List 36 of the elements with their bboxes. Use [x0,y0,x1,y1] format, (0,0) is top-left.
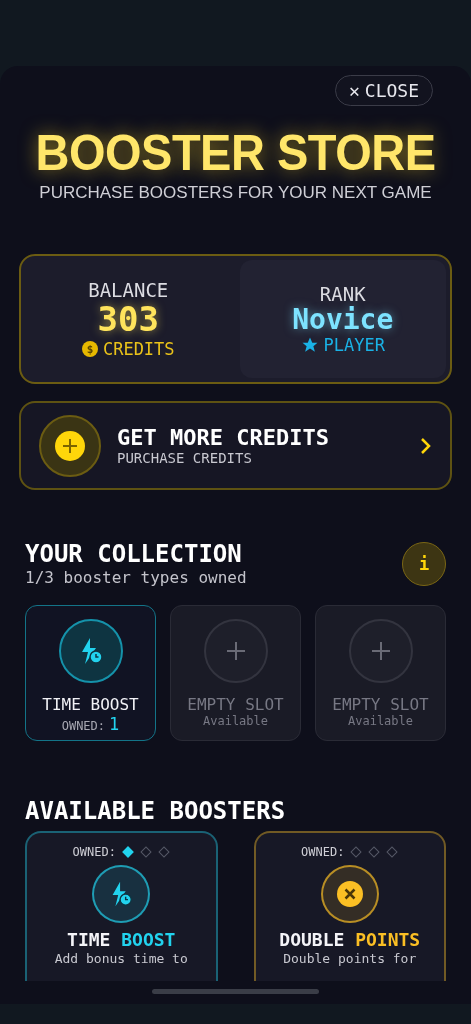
available-title: AVAILABLE BOOSTERS [25,797,286,825]
store-title: BOOSTER STORE [34,123,437,183]
empty-slot[interactable]: EMPTY SLOT Available [315,605,446,741]
booster-description: Double points for [283,951,417,966]
rank-value: Novice [292,304,394,336]
slot-name: EMPTY SLOT [332,695,429,714]
balance-value: 303 [97,301,159,339]
slot-status: Available [203,714,268,728]
rank-label: RANK [319,282,366,305]
empty-slot[interactable]: EMPTY SLOT Available [170,605,301,741]
slot-status: Available [348,714,413,728]
booster-title: DOUBLE POINTS [279,929,421,950]
owned-count: 1 [109,714,120,734]
info-button[interactable]: i [402,541,446,586]
owned-label: OWNED: [72,845,116,859]
booster-card[interactable]: OWNED: DOUBLE POINTS Double points for [253,831,446,981]
booster-title: TIME BOOST [67,929,176,950]
coin-icon: $ [81,340,98,357]
balance-label: BALANCE [88,279,169,302]
store-subtitle: PURCHASE BOOSTERS FOR YOUR NEXT GAME [38,182,433,204]
collection-subtitle: 1/3 booster types owned [25,568,247,587]
close-button[interactable]: ✕ CLOSE [334,75,433,106]
rank-tier-label: PLAYER [323,335,385,356]
collection-title: YOUR COLLECTION [25,540,243,568]
slot-name: EMPTY SLOT [187,695,284,714]
chevron-right-icon [420,436,432,455]
credits-unit: CREDITS [102,338,175,359]
owned-label: OWNED: [61,719,106,733]
get-credits-title: GET MORE CREDITS [117,425,330,450]
owned-label: OWNED: [301,845,345,859]
get-credits-subtitle: PURCHASE CREDITS [117,450,253,466]
booster-slot[interactable]: TIME BOOST OWNED: 1 [25,605,156,741]
slot-name: TIME BOOST [42,695,139,714]
booster-description: Add bonus time to [54,951,188,966]
get-credits-button[interactable]: GET MORE CREDITS PURCHASE CREDITS [19,401,452,490]
booster-card[interactable]: OWNED: TIME BOOST Add bonus time to [25,831,218,981]
